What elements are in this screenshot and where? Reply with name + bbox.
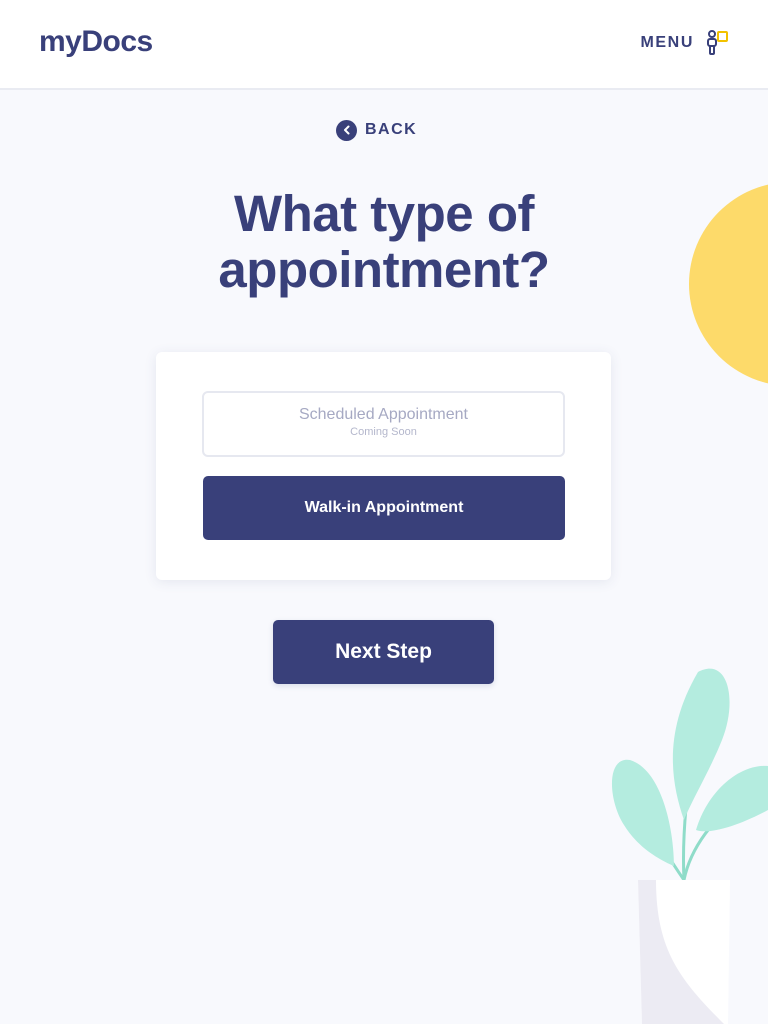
walk-in-appointment-option[interactable]: Walk-in Appointment	[203, 476, 565, 540]
top-header: myDocs MENU	[0, 0, 768, 90]
next-step-button[interactable]: Next Step	[273, 620, 494, 684]
next-step-label: Next Step	[335, 640, 432, 663]
page-title-line-2: appointment?	[218, 241, 550, 298]
menu-button[interactable]: MENU	[640, 29, 730, 57]
menu-label: MENU	[640, 34, 694, 51]
scheduled-appointment-option: Scheduled Appointment Coming Soon	[202, 391, 565, 457]
scheduled-appointment-label: Scheduled Appointment	[298, 406, 468, 423]
coming-soon-label: Coming Soon	[350, 426, 417, 438]
person-chat-icon	[707, 30, 728, 55]
page: myDocs MENU BACK What type of appointmen…	[0, 0, 768, 1024]
chevron-left-icon	[336, 119, 357, 141]
appointment-type-card: Scheduled Appointment Coming Soon Walk-i…	[156, 352, 611, 580]
walk-in-appointment-label: Walk-in Appointment	[304, 499, 464, 516]
potted-plant-illustration	[611, 668, 768, 1024]
back-label: BACK	[365, 121, 418, 138]
back-link[interactable]: BACK	[336, 119, 417, 141]
sun-decoration	[689, 182, 768, 386]
page-title: What type of appointment?	[84, 186, 684, 298]
logo[interactable]: myDocs	[39, 25, 153, 59]
page-title-line-1: What type of	[234, 185, 534, 242]
